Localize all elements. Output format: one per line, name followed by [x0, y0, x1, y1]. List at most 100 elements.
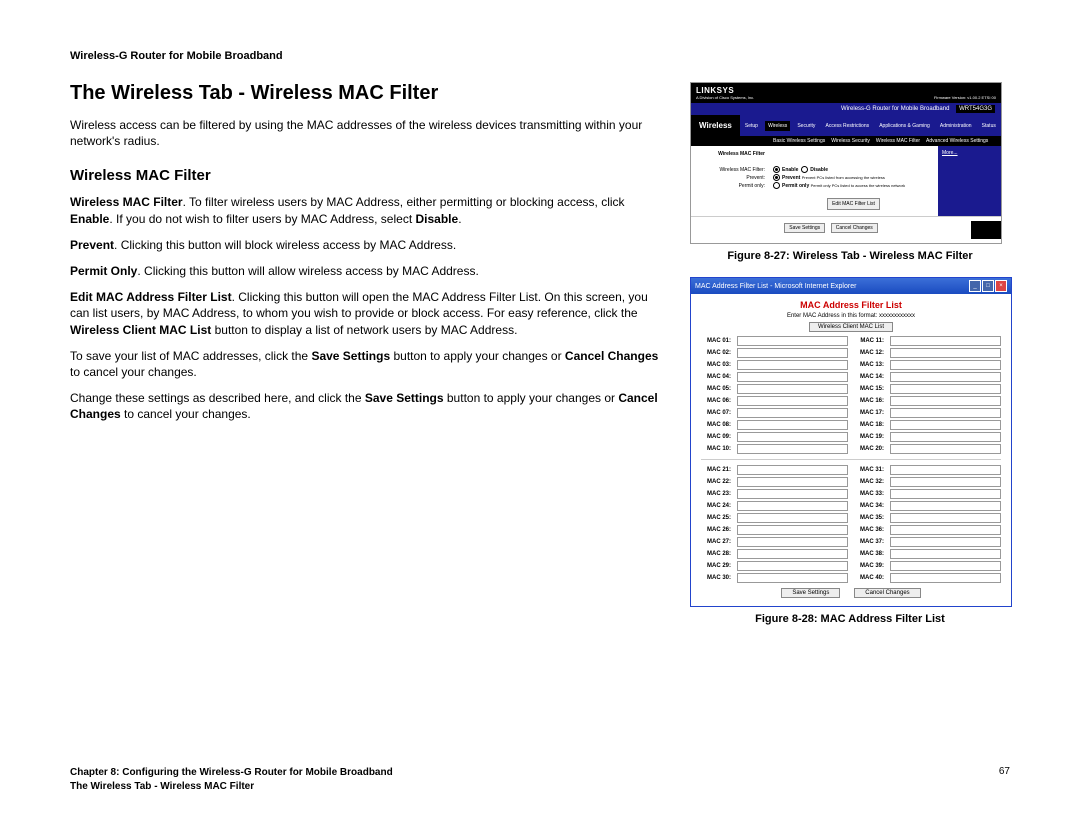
mac-input[interactable] [890, 465, 1001, 475]
mac-label: MAC 38: [854, 551, 884, 557]
side-tab-wireless[interactable]: Wireless [691, 115, 740, 136]
tab-security[interactable]: Security [794, 121, 818, 131]
radio-enable[interactable] [773, 166, 780, 173]
maximize-icon[interactable]: □ [982, 280, 994, 292]
filter-list-heading: MAC Address Filter List [701, 300, 1001, 310]
mac-label: MAC 29: [701, 563, 731, 569]
mac-input[interactable] [737, 573, 848, 583]
window-title: MAC Address Filter List - Microsoft Inte… [695, 283, 856, 290]
minimize-icon[interactable]: _ [969, 280, 981, 292]
close-icon[interactable]: × [995, 280, 1007, 292]
mac-input[interactable] [737, 444, 848, 454]
mac-label: MAC 39: [854, 563, 884, 569]
mac-input[interactable] [890, 360, 1001, 370]
mac-label: MAC 07: [701, 410, 731, 416]
mac-label: MAC 16: [854, 398, 884, 404]
subtab-advanced[interactable]: Advanced Wireless Settings [926, 138, 988, 144]
mac-input[interactable] [737, 372, 848, 382]
tab-setup[interactable]: Setup [742, 121, 761, 131]
tab-apps[interactable]: Applications & Gaming [876, 121, 933, 131]
text: Permit only PCs listed to access the wir… [811, 183, 905, 188]
mac-input[interactable] [737, 432, 848, 442]
mac-input[interactable] [737, 489, 848, 499]
mac-label: MAC 37: [854, 539, 884, 545]
mac-input[interactable] [737, 501, 848, 511]
bold-label: Permit Only [70, 264, 137, 278]
mac-label: MAC 20: [854, 446, 884, 452]
mac-label: MAC 03: [701, 362, 731, 368]
mac-input[interactable] [737, 537, 848, 547]
mac-label: MAC 40: [854, 575, 884, 581]
mac-input[interactable] [737, 384, 848, 394]
bold-label: Wireless MAC Filter [70, 195, 183, 209]
mac-input[interactable] [737, 561, 848, 571]
edit-mac-filter-button[interactable]: Edit MAC Filter List [827, 198, 880, 210]
mac-input[interactable] [890, 408, 1001, 418]
mac-input[interactable] [737, 477, 848, 487]
mac-label: MAC 28: [701, 551, 731, 557]
mac-input[interactable] [890, 372, 1001, 382]
mac-input[interactable] [890, 561, 1001, 571]
radio-prevent[interactable] [773, 174, 780, 181]
text: . To filter wireless users by MAC Addres… [183, 195, 625, 209]
figure-8-27-caption: Figure 8-27: Wireless Tab - Wireless MAC… [690, 250, 1010, 262]
divider [701, 459, 1001, 460]
mac-input[interactable] [737, 336, 848, 346]
mac-input[interactable] [890, 489, 1001, 499]
mac-input[interactable] [890, 384, 1001, 394]
mac-input[interactable] [890, 444, 1001, 454]
mac-label: MAC 10: [701, 446, 731, 452]
text: . [458, 212, 461, 226]
tab-wireless[interactable]: Wireless [765, 121, 790, 131]
mac-label: MAC 30: [701, 575, 731, 581]
more-link[interactable]: More... [942, 150, 997, 156]
mac-input[interactable] [890, 549, 1001, 559]
wireless-client-mac-list-button[interactable]: Wireless Client MAC List [809, 322, 893, 332]
mac-input[interactable] [890, 573, 1001, 583]
mac-input[interactable] [737, 465, 848, 475]
cancel-changes-button[interactable]: Cancel Changes [854, 588, 920, 598]
tab-status[interactable]: Status [979, 121, 999, 131]
mac-label: MAC 01: [701, 338, 731, 344]
tab-admin[interactable]: Administration [937, 121, 975, 131]
text: button to apply your changes or [444, 391, 619, 405]
subtab-security[interactable]: Wireless Security [831, 138, 870, 144]
logo-subtitle: A Division of Cisco Systems, Inc. [696, 95, 754, 100]
radio-disable[interactable] [801, 166, 808, 173]
cancel-changes-button[interactable]: Cancel Changes [831, 223, 878, 233]
mac-input[interactable] [890, 420, 1001, 430]
mac-input[interactable] [890, 396, 1001, 406]
mac-input[interactable] [737, 396, 848, 406]
paragraph-change: Change these settings as described here,… [70, 390, 665, 422]
mac-input[interactable] [737, 360, 848, 370]
mac-input[interactable] [890, 477, 1001, 487]
text: . Clicking this button will allow wirele… [137, 264, 478, 278]
mac-input[interactable] [737, 525, 848, 535]
mac-input[interactable] [890, 501, 1001, 511]
subtab-basic[interactable]: Basic Wireless Settings [773, 138, 825, 144]
subtab-macfilter[interactable]: Wireless MAC Filter [876, 138, 920, 144]
save-settings-button[interactable]: Save Settings [784, 223, 825, 233]
mac-input[interactable] [737, 420, 848, 430]
mac-label: MAC 21: [701, 467, 731, 473]
text: . If you do not wish to filter users by … [109, 212, 415, 226]
row-label: Permit only: [695, 182, 765, 190]
mac-input[interactable] [890, 525, 1001, 535]
mac-input[interactable] [737, 348, 848, 358]
radio-permit[interactable] [773, 182, 780, 189]
mac-input[interactable] [737, 513, 848, 523]
label: Prevent [782, 175, 800, 181]
mac-input[interactable] [737, 549, 848, 559]
page-number: 67 [999, 766, 1010, 794]
mac-label: MAC 36: [854, 527, 884, 533]
mac-input[interactable] [737, 408, 848, 418]
mac-label: MAC 14: [854, 374, 884, 380]
mac-label: MAC 05: [701, 386, 731, 392]
save-settings-button[interactable]: Save Settings [781, 588, 840, 598]
tab-access[interactable]: Access Restrictions [822, 121, 872, 131]
mac-input[interactable] [890, 432, 1001, 442]
mac-input[interactable] [890, 513, 1001, 523]
mac-input[interactable] [890, 336, 1001, 346]
mac-input[interactable] [890, 348, 1001, 358]
mac-input[interactable] [890, 537, 1001, 547]
